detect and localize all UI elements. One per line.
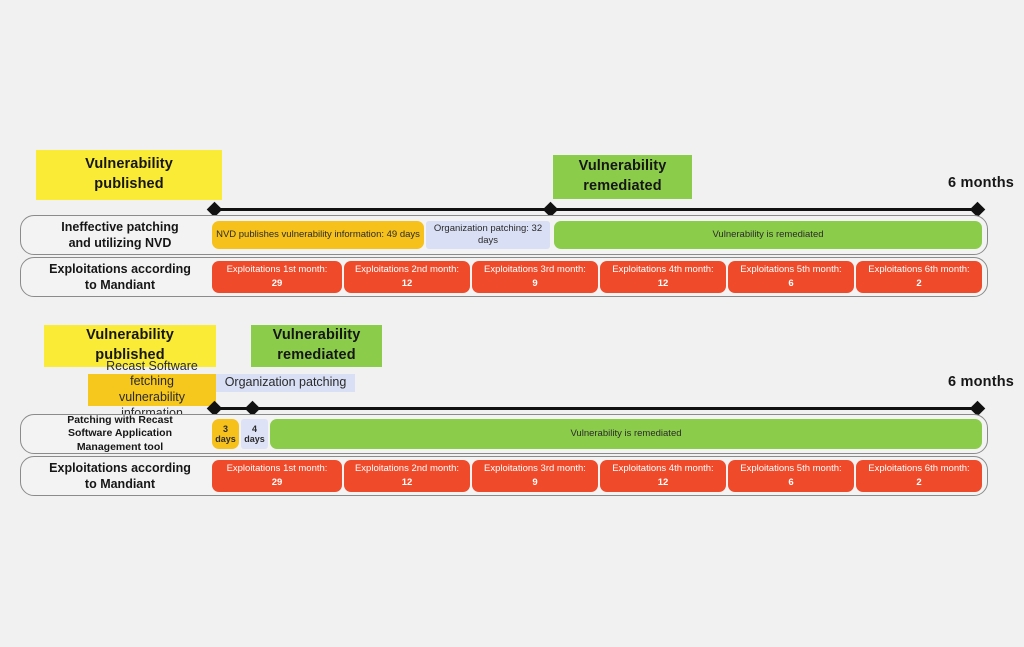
d1-callout-remediated-line1: Vulnerability xyxy=(578,158,667,175)
d1-callout-published-line2: published xyxy=(94,176,164,192)
d2-legend-organization-patching: Organization patching xyxy=(216,374,355,392)
d2-exploitation-month-3-value: 9 xyxy=(532,477,538,488)
d1-exploitation-month-4: Exploitations 4th month: 12 xyxy=(600,261,726,293)
d2-callout-published-line1: Vulnerability xyxy=(86,327,174,344)
d1-exploitation-month-6: Exploitations 6th month: 2 xyxy=(856,261,982,293)
d1-exploitation-month-3-value: 9 xyxy=(532,278,538,289)
d2-row1-label-line2: Software Application xyxy=(67,427,173,440)
d1-callout-vulnerability-remediated: Vulnerability remediated xyxy=(553,155,692,199)
d1-exploitation-month-1: Exploitations 1st month: 29 xyxy=(212,261,342,293)
d1-exploitation-month-1-label: Exploitations 1st month: xyxy=(226,264,328,276)
d2-exploitation-month-2: Exploitations 2nd month: 12 xyxy=(344,460,470,492)
d1-callout-remediated-line2: remediated xyxy=(583,178,662,194)
d2-phase-lav-value: 4 xyxy=(251,423,257,434)
d1-exploitation-month-6-value: 2 xyxy=(916,278,922,289)
d2-exploitation-month-1: Exploitations 1st month: 29 xyxy=(212,460,342,492)
d2-phase-organization-patching-4days: 4 days xyxy=(241,419,268,449)
d2-segment-remediated-text: Vulnerability is remediated xyxy=(570,428,682,440)
d2-legend-recast-fetching: Recast Software fetching vulnerability i… xyxy=(88,359,216,420)
d2-row1-label: Patching with Recast Software Applicatio… xyxy=(30,414,210,454)
d2-exploitation-month-4: Exploitations 4th month: 12 xyxy=(600,460,726,492)
d2-row1-label-line3: Management tool xyxy=(76,440,164,453)
d1-exploitation-month-2: Exploitations 2nd month: 12 xyxy=(344,261,470,293)
d1-row1-label-line2: and utilizing NVD xyxy=(68,236,172,250)
d2-exploitation-month-5-label: Exploitations 5th month: xyxy=(740,463,842,475)
d2-exploitation-month-2-label: Exploitations 2nd month: xyxy=(354,463,460,475)
d2-row2-label: Exploitations according to Mandiant xyxy=(30,456,210,496)
d2-legend-lavender-text: Organization patching xyxy=(224,375,347,390)
d1-row1-label: Ineffective patching and utilizing NVD xyxy=(30,215,210,255)
d2-exploitation-month-3: Exploitations 3rd month: 9 xyxy=(472,460,598,492)
d1-segment-remediated-text: Vulnerability is remediated xyxy=(712,229,824,241)
d2-row2-label-line1: Exploitations according xyxy=(49,460,191,475)
d1-segment-nvd-publishes-text: NVD publishes vulnerability information:… xyxy=(216,229,420,241)
d2-six-months-label: 6 months xyxy=(948,374,1015,390)
d1-exploitation-month-5-value: 6 xyxy=(788,278,794,289)
d1-exploitation-month-5: Exploitations 5th month: 6 xyxy=(728,261,854,293)
d2-exploitation-month-3-label: Exploitations 3rd month: xyxy=(484,463,586,475)
d2-segment-remediated: Vulnerability is remediated xyxy=(270,419,982,449)
d2-timeline-line xyxy=(214,407,978,410)
d1-timeline-line xyxy=(214,208,978,211)
d2-phase-gold-unit: days xyxy=(215,434,236,444)
d1-segment-organization-patching-text: Organization patching: 32 days xyxy=(433,223,543,246)
d2-row1-label-line1: Patching with Recast xyxy=(67,413,173,426)
d1-exploitation-month-4-label: Exploitations 4th month: xyxy=(612,264,714,276)
d2-row2-label-line2: to Mandiant xyxy=(84,477,156,491)
d2-exploitation-month-1-value: 29 xyxy=(271,477,283,488)
d1-row2-label-line2: to Mandiant xyxy=(84,278,156,292)
d1-segment-organization-patching: Organization patching: 32 days xyxy=(426,221,550,249)
d1-exploitation-month-3-label: Exploitations 3rd month: xyxy=(484,264,586,276)
d2-legend-gold-line1: Recast Software fetching xyxy=(106,358,198,389)
d2-callout-vulnerability-remediated: Vulnerability remediated xyxy=(251,325,382,367)
d1-exploitation-month-4-value: 12 xyxy=(657,278,669,289)
d1-row2-label: Exploitations according to Mandiant xyxy=(30,257,210,297)
d2-exploitation-month-5-value: 6 xyxy=(788,477,794,488)
d1-exploitation-month-2-value: 12 xyxy=(401,278,413,289)
d1-callout-vulnerability-published: Vulnerability published xyxy=(36,150,222,200)
d2-exploitation-month-5: Exploitations 5th month: 6 xyxy=(728,460,854,492)
d1-exploitation-month-3: Exploitations 3rd month: 9 xyxy=(472,261,598,293)
d2-exploitation-month-2-value: 12 xyxy=(401,477,413,488)
d1-six-months-label: 6 months xyxy=(948,175,1015,191)
d2-callout-remediated-line2: remediated xyxy=(277,347,356,363)
d2-exploitation-month-6-label: Exploitations 6th month: xyxy=(868,463,970,475)
d2-phase-lav-unit: days xyxy=(244,434,265,444)
d2-phase-recast-fetching-3days: 3 days xyxy=(212,419,239,449)
d1-row1-label-line1: Ineffective patching xyxy=(61,219,179,234)
d1-segment-nvd-publishes: NVD publishes vulnerability information:… xyxy=(212,221,424,249)
d2-exploitation-month-6-value: 2 xyxy=(916,477,922,488)
d2-exploitation-month-4-value: 12 xyxy=(657,477,669,488)
d1-exploitation-month-6-label: Exploitations 6th month: xyxy=(868,264,970,276)
d1-callout-published-line1: Vulnerability xyxy=(85,156,173,173)
d1-exploitation-month-5-label: Exploitations 5th month: xyxy=(740,264,842,276)
d1-exploitation-month-2-label: Exploitations 2nd month: xyxy=(354,264,460,276)
d1-exploitation-month-1-value: 29 xyxy=(271,278,283,289)
d2-exploitation-month-1-label: Exploitations 1st month: xyxy=(226,463,328,475)
d1-row2-label-line1: Exploitations according xyxy=(49,261,191,276)
d2-exploitation-month-6: Exploitations 6th month: 2 xyxy=(856,460,982,492)
d2-callout-remediated-line1: Vulnerability xyxy=(272,327,361,344)
d2-phase-gold-value: 3 xyxy=(222,423,228,434)
d2-exploitation-month-4-label: Exploitations 4th month: xyxy=(612,463,714,475)
d1-segment-remediated: Vulnerability is remediated xyxy=(554,221,982,249)
